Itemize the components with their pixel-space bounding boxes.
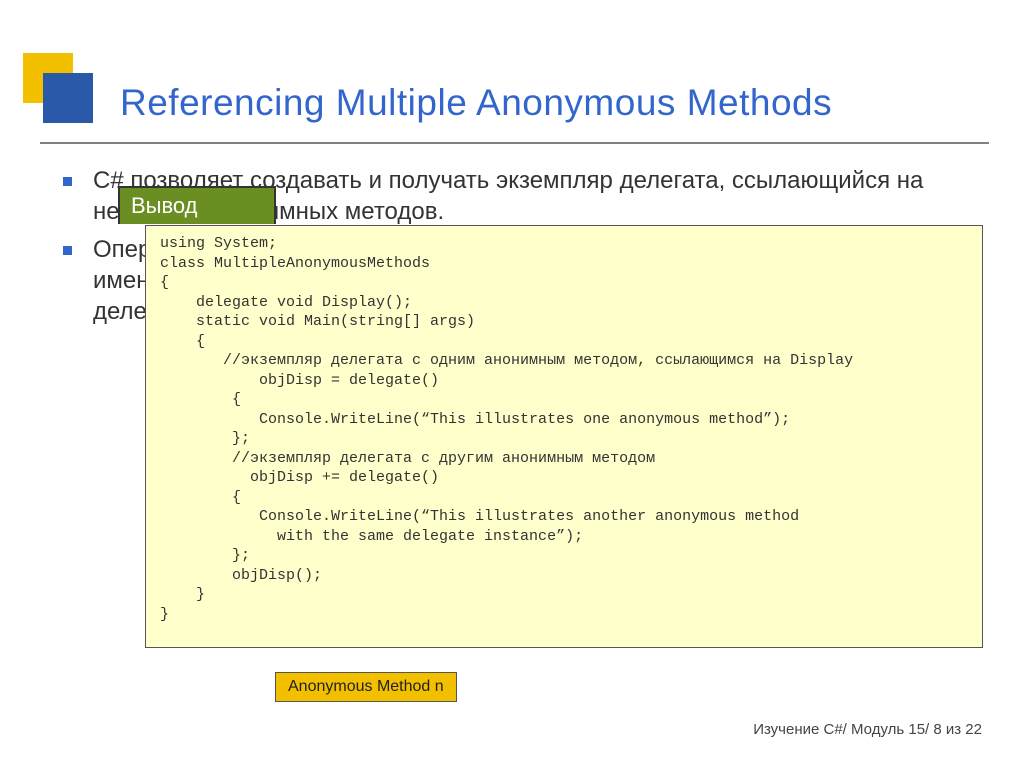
- code-snippet: using System; class MultipleAnonymousMet…: [145, 225, 983, 648]
- footer-text: Изучение C#/ Модуль 15/ 8 из 22: [753, 721, 982, 738]
- diagram-caption-label: Anonymous Method n: [288, 678, 444, 695]
- accent-blue-square: [43, 73, 93, 123]
- output-tab: Вывод: [118, 186, 276, 224]
- slide-title: Referencing Multiple Anonymous Methods: [120, 82, 994, 124]
- output-tab-label: Вывод: [131, 193, 198, 218]
- accent-decorator: [23, 53, 93, 123]
- slide-container: Referencing Multiple Anonymous Methods C…: [0, 0, 1024, 768]
- title-underline: [40, 142, 989, 144]
- slide-title-container: Referencing Multiple Anonymous Methods: [120, 82, 994, 124]
- diagram-caption-box: Anonymous Method n: [275, 672, 457, 702]
